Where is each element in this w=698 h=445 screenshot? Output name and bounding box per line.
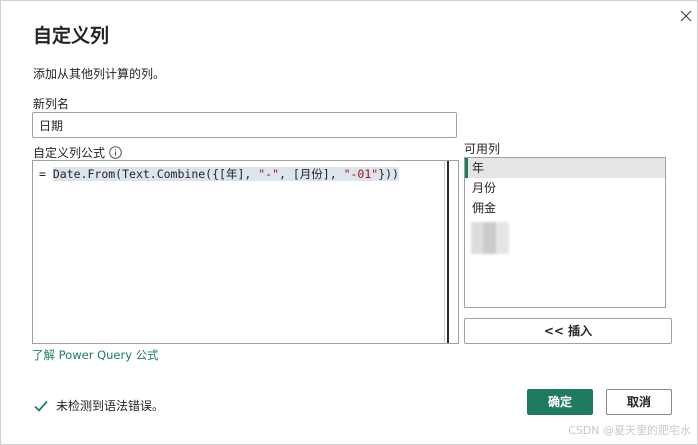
info-icon[interactable] <box>109 146 122 159</box>
dialog-title: 自定义列 <box>33 25 110 47</box>
available-columns-label: 可用列 <box>464 142 501 156</box>
close-button[interactable] <box>676 6 696 26</box>
redacted-block <box>471 222 509 254</box>
column-item-redacted[interactable] <box>465 218 665 256</box>
dialog-subtitle: 添加从其他列计算的列。 <box>33 67 166 81</box>
syntax-status-text: 未检测到语法错误。 <box>56 399 165 413</box>
insert-button[interactable]: << 插入 <box>464 318 672 344</box>
ok-button[interactable]: 确定 <box>527 389 593 415</box>
formula-code-a: Date.From(Text.Combine({[年], <box>52 167 259 181</box>
formula-scrollbar[interactable] <box>444 161 458 343</box>
learn-power-query-link[interactable]: 了解 Power Query 公式 <box>32 347 159 363</box>
watermark: CSDN @夏天里的肥宅水 <box>568 424 691 437</box>
syntax-status: 未检测到语法错误。 <box>33 397 164 414</box>
new-column-name-input[interactable] <box>32 112 457 138</box>
new-column-name-label: 新列名 <box>33 97 70 111</box>
formula-string-2: "-01" <box>343 167 379 181</box>
formula-scrollbar-thumb[interactable] <box>447 161 457 343</box>
formula-editor[interactable]: = Date.From(Text.Combine({[年], "-", [月份]… <box>32 160 459 344</box>
custom-column-dialog: 自定义列 添加从其他列计算的列。 新列名 自定义列公式 = Date.From(… <box>0 0 698 445</box>
column-item-month[interactable]: 月份 <box>465 178 665 198</box>
formula-label: 自定义列公式 <box>33 146 106 160</box>
close-icon <box>680 10 692 22</box>
check-icon <box>34 400 48 412</box>
formula-string-1: "-" <box>258 167 280 181</box>
formula-code-c: })) <box>378 167 399 181</box>
cancel-button[interactable]: 取消 <box>606 389 672 415</box>
column-item-commission[interactable]: 佣金 <box>465 198 665 218</box>
available-columns-list[interactable]: 年 月份 佣金 <box>464 157 666 308</box>
formula-code-line: = Date.From(Text.Combine({[年], "-", [月份]… <box>39 166 399 182</box>
formula-code-b: , [月份], <box>279 167 344 181</box>
formula-code-part: Date.From(Text.Combine({[年], "-", [月份], … <box>52 167 399 181</box>
column-item-year[interactable]: 年 <box>465 158 665 178</box>
formula-prefix: = <box>39 167 53 181</box>
